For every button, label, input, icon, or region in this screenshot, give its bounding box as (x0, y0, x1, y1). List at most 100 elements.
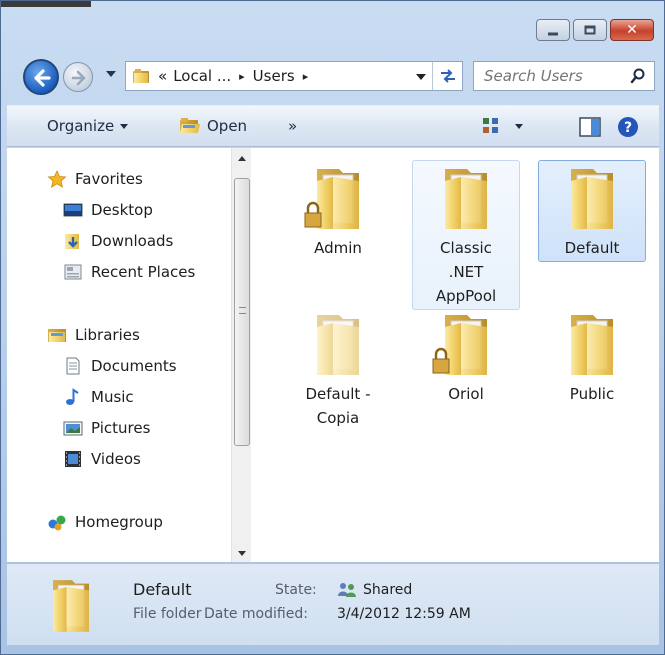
open-folder-icon (180, 118, 200, 133)
nav-documents[interactable]: Documents (63, 357, 177, 375)
nav-music[interactable]: Music (63, 388, 134, 406)
folder-item[interactable]: Admin (284, 160, 392, 262)
star-icon (47, 170, 67, 188)
organize-label: Organize (47, 117, 115, 135)
chevron-down-icon (120, 123, 129, 129)
organize-button[interactable]: Organize (47, 117, 129, 135)
help-icon: ? (618, 117, 638, 137)
nav-homegroup-label: Homegroup (75, 513, 163, 531)
folder-item[interactable]: Oriol (412, 306, 520, 408)
homegroup-icon (48, 515, 66, 531)
nav-recent-places-label: Recent Places (91, 263, 196, 281)
breadcrumb-separator[interactable]: ▸ (239, 70, 245, 83)
shared-users-icon (338, 583, 356, 597)
content-area: Favorites Desktop Downloads Recent Place… (7, 148, 659, 562)
folder-name-line: .NET (448, 263, 484, 281)
nav-music-label: Music (91, 388, 134, 406)
nav-downloads[interactable]: Downloads (63, 232, 173, 250)
file-list: Admin Classic .NET AppPool Default Defau… (252, 148, 659, 562)
back-button[interactable] (23, 59, 59, 95)
locked-folder-icon (432, 315, 487, 375)
breadcrumb-segment-users[interactable]: Users (253, 67, 295, 85)
help-button[interactable]: ? (617, 116, 639, 138)
explorer-window: ✕ « Local ... ▸ Users ▸ Search Users Org… (0, 0, 665, 655)
nav-pictures[interactable]: Pictures (63, 419, 150, 437)
view-options-icon (483, 118, 498, 133)
details-modified-value: 3/4/2012 12:59 AM (337, 606, 471, 622)
command-bar: Organize Open » ? (7, 105, 659, 147)
more-commands-label: » (288, 117, 298, 135)
address-bar[interactable]: « Local ... ▸ Users ▸ (125, 61, 463, 91)
nav-scrollbar[interactable] (231, 148, 251, 562)
search-box (473, 61, 655, 91)
downloads-icon (65, 234, 79, 249)
refresh-button[interactable] (432, 62, 462, 90)
navigation-pane: Favorites Desktop Downloads Recent Place… (7, 148, 231, 562)
nav-documents-label: Documents (91, 357, 177, 375)
recent-places-icon (64, 264, 82, 280)
caption-buttons: ✕ (533, 19, 654, 41)
music-icon (66, 388, 79, 405)
libraries-icon (48, 329, 66, 342)
details-item-name: Default (133, 580, 192, 599)
folder-icon (571, 315, 613, 375)
nav-videos[interactable]: Videos (63, 450, 141, 468)
close-button[interactable]: ✕ (610, 19, 654, 41)
breadcrumb-separator[interactable]: ▸ (303, 70, 309, 83)
preview-pane-icon (579, 117, 601, 137)
nav-pictures-label: Pictures (91, 419, 151, 437)
scroll-down-icon[interactable] (238, 551, 246, 556)
open-label: Open (207, 117, 248, 135)
folder-name: Admin (314, 239, 362, 257)
nav-favorites[interactable]: Favorites (47, 170, 143, 188)
scroll-up-icon[interactable] (238, 156, 246, 161)
nav-desktop-label: Desktop (91, 201, 153, 219)
refresh-icon (440, 69, 455, 83)
minimize-button[interactable] (536, 19, 570, 41)
hidden-folder-icon (317, 315, 359, 375)
window-top-strip (1, 1, 91, 7)
breadcrumb: « Local ... ▸ Users ▸ (158, 67, 316, 85)
grip-icon (239, 307, 246, 314)
chevron-down-icon (515, 123, 523, 129)
forward-button[interactable] (63, 62, 93, 92)
close-icon: ✕ (626, 22, 638, 38)
maximize-button[interactable] (573, 19, 607, 41)
nav-downloads-label: Downloads (91, 232, 174, 250)
minimize-icon (548, 32, 558, 36)
address-dropdown-icon[interactable] (416, 74, 426, 80)
documents-icon (66, 357, 80, 375)
open-button[interactable]: Open (179, 117, 247, 135)
scrollbar-thumb[interactable] (234, 178, 250, 446)
folder-name: Oriol (448, 385, 484, 403)
details-item-type: File folder (133, 606, 202, 622)
folder-item[interactable]: Public (538, 306, 646, 408)
locked-folder-icon (304, 169, 359, 229)
forward-arrow-icon (71, 70, 86, 86)
nav-homegroup[interactable]: Homegroup (47, 513, 163, 531)
details-modified-label: Date modified: (204, 606, 308, 622)
breadcrumb-segment-local[interactable]: Local ... (173, 67, 231, 85)
preview-pane-button[interactable] (579, 117, 601, 137)
pictures-icon (63, 421, 83, 436)
search-input[interactable] (484, 67, 624, 85)
folder-name-line: Copia (316, 409, 360, 427)
more-commands-button[interactable]: » (288, 117, 297, 135)
folder-item[interactable]: Default - Copia (284, 306, 392, 432)
nav-libraries-label: Libraries (75, 326, 140, 344)
search-icon[interactable] (630, 68, 646, 84)
recent-pages-dropdown-icon[interactable] (106, 71, 116, 77)
breadcrumb-overflow[interactable]: « (158, 67, 167, 85)
change-view-button[interactable] (481, 116, 523, 136)
details-state-label: State: (275, 582, 317, 598)
folder-icon (53, 580, 89, 632)
nav-libraries[interactable]: Libraries (47, 326, 140, 344)
folder-item-selected[interactable]: Default (538, 160, 646, 262)
details-state-value: Shared (337, 582, 412, 598)
nav-desktop[interactable]: Desktop (63, 201, 153, 219)
folder-item[interactable]: Classic .NET AppPool (412, 160, 520, 310)
folder-name: Public (569, 385, 615, 403)
folder-icon (571, 169, 613, 229)
maximize-icon (584, 25, 596, 35)
nav-recent-places[interactable]: Recent Places (63, 263, 195, 281)
